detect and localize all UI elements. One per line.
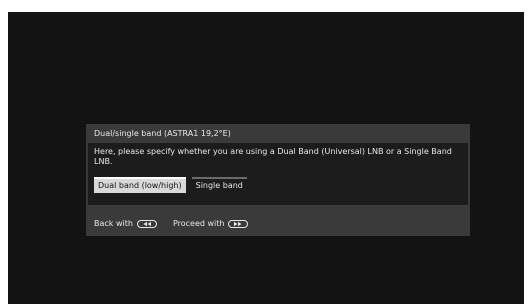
proceed-hint[interactable]: Proceed with: [173, 219, 249, 228]
back-label: Back with: [94, 219, 133, 228]
proceed-label: Proceed with: [172, 219, 225, 228]
dialog-title: Dual/single band (ASTRA1 19,2°E): [94, 129, 231, 138]
dialog-footer: Back with Proceed with: [94, 219, 264, 228]
dialog-body: Here, please specify whether you are usi…: [88, 143, 468, 205]
dual-band-option[interactable]: Dual band (low/high): [94, 177, 186, 193]
back-hint[interactable]: Back with: [94, 219, 157, 228]
single-band-option[interactable]: Single band: [191, 177, 247, 193]
rewind-button-icon: [136, 219, 157, 228]
band-options: Dual band (low/high) Single band: [94, 177, 247, 193]
forward-button-icon: [228, 219, 249, 228]
dialog-message: Here, please specify whether you are usi…: [94, 147, 452, 166]
tv-screen: Dual/single band (ASTRA1 19,2°E) Here, p…: [8, 12, 524, 304]
lnb-band-dialog: Dual/single band (ASTRA1 19,2°E) Here, p…: [86, 124, 470, 236]
